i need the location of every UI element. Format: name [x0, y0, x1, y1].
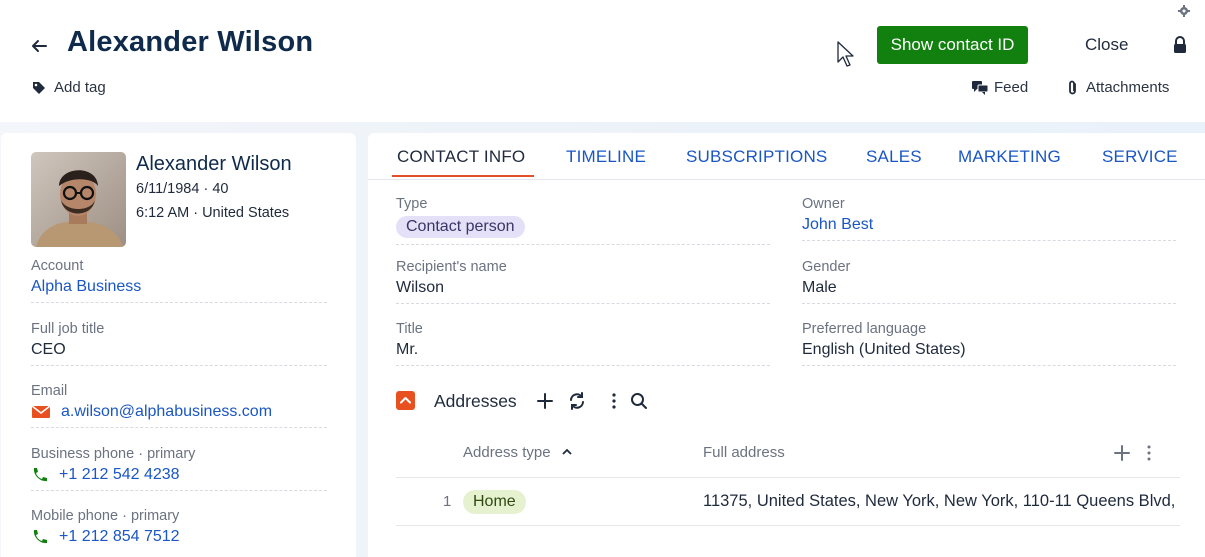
field-job-title: Full job title CEO	[31, 321, 327, 366]
phone-icon	[33, 468, 47, 482]
profile-time-location: 6:12 AM · United States	[136, 205, 290, 221]
phone-icon	[33, 530, 47, 544]
field-label: Mobile phone · primary	[31, 508, 180, 524]
feed-button[interactable]: Feed	[972, 79, 1028, 96]
profile-name: Alexander Wilson	[136, 153, 292, 175]
field-label: Type	[396, 196, 428, 212]
field-label: Account	[31, 258, 84, 274]
tab-contact-info[interactable]: CONTACT INFO	[397, 147, 525, 167]
field-label: Business phone · primary	[31, 446, 196, 462]
cursor-icon	[837, 41, 854, 67]
job-title-value: CEO	[31, 341, 66, 358]
row-number: 1	[443, 493, 452, 510]
chevron-up-icon	[400, 397, 411, 404]
gear-icon[interactable]	[1178, 5, 1190, 17]
page-title: Alexander Wilson	[67, 26, 314, 58]
add-tag-button[interactable]: Add tag	[32, 79, 106, 96]
tab-bar: CONTACT INFO TIMELINE SUBSCRIPTIONS SALE…	[368, 133, 1205, 180]
title-value[interactable]: Mr.	[396, 341, 770, 359]
mobile-phone-link[interactable]: +1 212 854 7512	[59, 528, 180, 546]
more-vertical-icon[interactable]	[604, 391, 624, 411]
field-label: Title	[396, 321, 423, 337]
plus-icon[interactable]	[535, 391, 555, 411]
main-panel: CONTACT INFO TIMELINE SUBSCRIPTIONS SALE…	[368, 133, 1205, 557]
avatar	[31, 152, 126, 247]
column-header-full-address[interactable]: Full address	[703, 444, 785, 461]
full-address-value: 11375, United States, New York, New York…	[703, 492, 1176, 510]
mail-icon	[31, 405, 51, 418]
gender-value[interactable]: Male	[802, 279, 1176, 297]
preferred-language-value[interactable]: English (United States)	[802, 341, 1176, 359]
field-title: Title Mr.	[396, 321, 770, 366]
tab-marketing[interactable]: MARKETING	[958, 147, 1061, 167]
feed-icon	[972, 80, 988, 95]
field-label: Full job title	[31, 321, 105, 337]
page-header: Alexander Wilson Add tag Show contact ID…	[0, 0, 1205, 122]
grid-divider	[396, 525, 1180, 526]
column-label: Address type	[463, 444, 551, 461]
refresh-icon[interactable]	[567, 391, 587, 411]
show-contact-id-button[interactable]: Show contact ID	[877, 26, 1028, 64]
addresses-title: Addresses	[434, 391, 517, 411]
business-phone-link[interactable]: +1 212 542 4238	[59, 466, 180, 484]
back-arrow-icon[interactable]	[29, 36, 49, 56]
field-recipient-name: Recipient's name Wilson	[396, 259, 770, 304]
field-label: Email	[31, 383, 68, 399]
field-mobile-phone: Mobile phone · primary +1 212 854 7512	[31, 508, 327, 552]
tag-icon	[33, 81, 45, 94]
plus-icon[interactable]	[1112, 443, 1132, 463]
recipient-name-value[interactable]: Wilson	[396, 279, 770, 297]
field-email: Email a.wilson@alphabusiness.com	[31, 383, 327, 428]
owner-link[interactable]: John Best	[802, 216, 873, 233]
email-link[interactable]: a.wilson@alphabusiness.com	[61, 403, 272, 421]
field-label: Owner	[802, 196, 845, 212]
add-tag-label: Add tag	[54, 79, 106, 96]
field-owner: Owner John Best	[802, 196, 1176, 241]
profile-birthdate-age: 6/11/1984 · 40	[136, 181, 229, 197]
field-label: Preferred language	[802, 321, 927, 337]
tab-service[interactable]: SERVICE	[1102, 147, 1178, 167]
tab-subscriptions[interactable]: SUBSCRIPTIONS	[686, 147, 827, 167]
tab-timeline[interactable]: TIMELINE	[566, 147, 646, 167]
paperclip-icon	[1069, 80, 1076, 94]
sort-up-icon	[562, 448, 572, 455]
close-button[interactable]: Close	[1073, 26, 1140, 64]
field-label: Recipient's name	[396, 259, 507, 275]
address-type-chip[interactable]: Home	[463, 490, 526, 514]
column-header-address-type[interactable]: Address type	[463, 444, 573, 461]
field-business-phone: Business phone · primary +1 212 542 4238	[31, 446, 327, 491]
feed-label: Feed	[994, 79, 1029, 96]
field-label: Gender	[802, 259, 851, 275]
field-account: Account Alpha Business	[31, 258, 327, 303]
account-link[interactable]: Alpha Business	[31, 278, 141, 296]
search-icon[interactable]	[629, 391, 649, 411]
attachments-button[interactable]: Attachments	[1066, 79, 1169, 96]
lock-icon[interactable]	[1172, 36, 1188, 54]
active-tab-indicator	[392, 175, 534, 177]
field-preferred-language: Preferred language English (United State…	[802, 321, 1176, 366]
field-type: Type Contact person	[396, 196, 770, 245]
grid-divider	[396, 477, 1180, 478]
field-gender: Gender Male	[802, 259, 1176, 304]
profile-card: Alexander Wilson 6/11/1984 · 40 6:12 AM …	[1, 133, 356, 557]
tab-sales[interactable]: SALES	[866, 147, 922, 167]
collapse-addresses-button[interactable]	[396, 391, 415, 410]
more-vertical-icon[interactable]	[1139, 443, 1159, 463]
type-chip[interactable]: Contact person	[396, 216, 525, 238]
attachments-label: Attachments	[1086, 79, 1170, 96]
